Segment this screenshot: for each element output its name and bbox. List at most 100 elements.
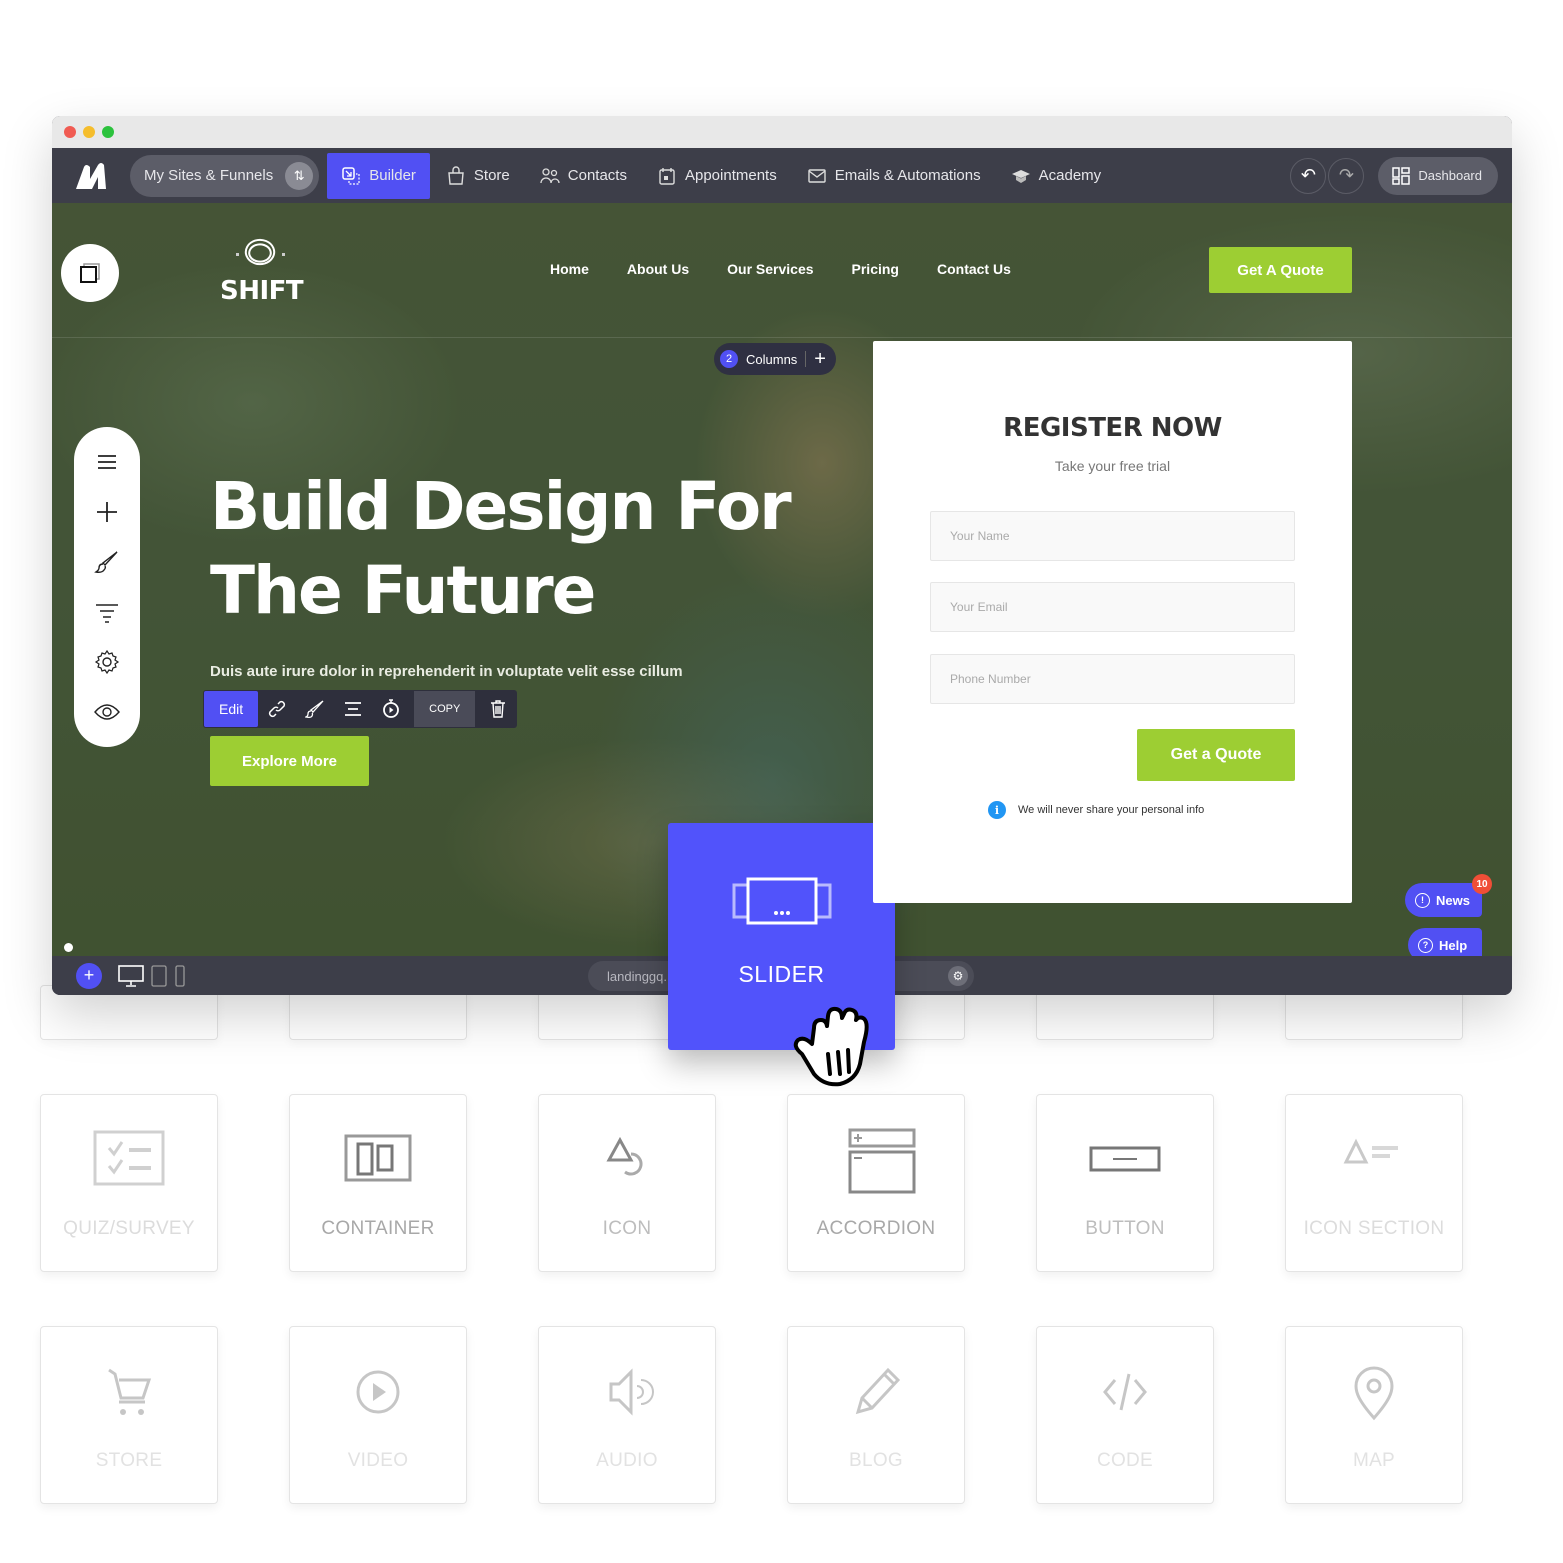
hero-heading[interactable]: Build Design For The Future bbox=[210, 465, 792, 633]
slide-indicator-dot[interactable] bbox=[64, 943, 73, 952]
copy-button[interactable]: COPY bbox=[414, 691, 476, 727]
add-element-button[interactable]: + bbox=[76, 962, 102, 989]
site-nav-about[interactable]: About Us bbox=[627, 261, 689, 277]
nav-label: Academy bbox=[1038, 167, 1102, 184]
code-icon bbox=[1103, 1373, 1147, 1411]
settings-gear-icon[interactable] bbox=[94, 649, 120, 675]
close-window-button[interactable] bbox=[64, 126, 76, 138]
sites-label: My Sites & Funnels bbox=[144, 167, 274, 184]
widget-icon-section[interactable]: ICON SECTION bbox=[1285, 1094, 1463, 1272]
cart-icon bbox=[108, 1368, 152, 1415]
redo-button[interactable]: ↷ bbox=[1328, 157, 1365, 194]
swap-arrows-icon[interactable]: ⇅ bbox=[285, 161, 314, 190]
filter-icon[interactable] bbox=[94, 599, 120, 625]
widget-label: ACCORDION bbox=[816, 1218, 936, 1239]
dashboard-button[interactable]: Dashboard bbox=[1378, 156, 1498, 195]
widget-video[interactable]: VIDEO bbox=[289, 1326, 467, 1504]
help-circle-icon: ? bbox=[1418, 937, 1433, 953]
privacy-note: i We will never share your personal info bbox=[988, 801, 1204, 819]
container-columns-icon bbox=[344, 1134, 412, 1182]
paintbrush-icon bbox=[305, 700, 324, 718]
site-nav-contact[interactable]: Contact Us bbox=[937, 261, 1011, 277]
site-nav-home[interactable]: Home bbox=[550, 261, 589, 277]
align-button[interactable] bbox=[334, 699, 372, 719]
undo-button[interactable]: ↶ bbox=[1290, 157, 1327, 194]
maximize-window-button[interactable] bbox=[102, 126, 114, 138]
news-button[interactable]: ! News bbox=[1405, 883, 1482, 917]
widget-audio[interactable]: AUDIO bbox=[538, 1326, 716, 1504]
desktop-view-button[interactable] bbox=[118, 964, 144, 987]
phone-field[interactable] bbox=[930, 654, 1295, 704]
widget-button[interactable]: BUTTON bbox=[1036, 1094, 1214, 1272]
site-nav-pricing[interactable]: Pricing bbox=[852, 261, 899, 277]
builder-icon bbox=[342, 166, 360, 185]
quiz-checklist-icon bbox=[93, 1130, 165, 1186]
site-nav-services[interactable]: Our Services bbox=[727, 261, 813, 277]
url-settings-gear-icon[interactable]: ⚙ bbox=[948, 966, 968, 986]
email-field[interactable] bbox=[930, 582, 1295, 632]
register-form-card: REGISTER NOW Take your free trial Get a … bbox=[873, 341, 1352, 903]
animation-button[interactable] bbox=[372, 699, 410, 719]
nav-label: Appointments bbox=[684, 167, 777, 184]
widget-label: STORE bbox=[95, 1450, 163, 1471]
nav-builder[interactable]: Builder bbox=[327, 152, 430, 199]
help-label: Help bbox=[1439, 937, 1468, 953]
slider-label: SLIDER bbox=[738, 961, 825, 987]
nav-store[interactable]: Store bbox=[432, 153, 524, 199]
get-a-quote-submit-button[interactable]: Get a Quote bbox=[1137, 729, 1295, 781]
explore-more-button[interactable]: Explore More bbox=[210, 736, 369, 786]
widget-row-middle: QUIZ/SURVEY CONTAINER ICON ACCORDION BUT… bbox=[40, 1094, 1463, 1272]
dashboard-grid-icon bbox=[1392, 166, 1411, 185]
hero-paragraph[interactable]: Duis aute irure dolor in reprehenderit i… bbox=[210, 657, 710, 691]
nav-label: Contacts bbox=[567, 167, 627, 184]
widget-map[interactable]: MAP bbox=[1285, 1326, 1463, 1504]
edit-button[interactable]: Edit bbox=[204, 691, 259, 727]
widget-label: CODE bbox=[1096, 1450, 1154, 1471]
window-titlebar bbox=[52, 116, 1512, 148]
widget-accordion[interactable]: ACCORDION bbox=[787, 1094, 965, 1272]
news-label: News bbox=[1436, 892, 1470, 908]
paintbrush-icon[interactable] bbox=[94, 549, 120, 575]
nav-contacts[interactable]: Contacts bbox=[526, 153, 641, 199]
menu-icon[interactable] bbox=[94, 449, 120, 475]
site-logo[interactable]: SHIFT bbox=[220, 235, 304, 306]
widget-label: BUTTON bbox=[1085, 1218, 1165, 1239]
nav-academy[interactable]: Academy bbox=[997, 153, 1116, 199]
widget-container[interactable]: CONTAINER bbox=[289, 1094, 467, 1272]
columns-control[interactable]: 2 Columns + bbox=[714, 343, 836, 375]
hero-heading-line-2: The Future bbox=[210, 552, 596, 629]
help-button[interactable]: ? Help bbox=[1408, 928, 1482, 956]
alert-circle-icon: ! bbox=[1415, 892, 1430, 908]
site-navigation: Home About Us Our Services Pricing Conta… bbox=[550, 261, 1011, 277]
mobile-view-button[interactable] bbox=[174, 964, 186, 987]
eye-preview-icon[interactable] bbox=[94, 699, 120, 725]
icon-section-icon bbox=[1343, 1138, 1398, 1164]
nav-emails-automations[interactable]: Emails & Automations bbox=[793, 153, 995, 199]
header-divider bbox=[52, 337, 1512, 338]
widget-icon[interactable]: ICON bbox=[538, 1094, 716, 1272]
widget-store[interactable]: STORE bbox=[40, 1326, 218, 1504]
nav-appointments[interactable]: Appointments bbox=[643, 153, 791, 199]
mail-icon bbox=[808, 168, 826, 183]
minimize-window-button[interactable] bbox=[83, 126, 95, 138]
logo-text: SHIFT bbox=[220, 276, 304, 306]
columns-count: 2 bbox=[720, 350, 738, 368]
layers-button[interactable] bbox=[61, 244, 119, 302]
delete-button[interactable] bbox=[479, 699, 517, 719]
widget-quiz-survey[interactable]: QUIZ/SURVEY bbox=[40, 1094, 218, 1272]
tablet-view-button[interactable] bbox=[150, 964, 168, 987]
add-icon[interactable] bbox=[94, 499, 120, 525]
my-sites-funnels-button[interactable]: My Sites & Funnels ⇅ bbox=[130, 154, 320, 197]
link-button[interactable] bbox=[258, 699, 296, 719]
accordion-icon bbox=[848, 1128, 916, 1194]
add-column-icon[interactable]: + bbox=[814, 349, 826, 369]
undo-icon: ↶ bbox=[1300, 165, 1316, 185]
info-icon: i bbox=[988, 801, 1006, 819]
style-button[interactable] bbox=[296, 699, 334, 719]
name-field[interactable] bbox=[930, 511, 1295, 561]
app-logo-icon[interactable] bbox=[74, 161, 108, 191]
widget-code[interactable]: CODE bbox=[1036, 1326, 1214, 1504]
widget-blog[interactable]: BLOG bbox=[787, 1326, 965, 1504]
hero-heading-line-1: Build Design For bbox=[210, 468, 792, 545]
get-a-quote-header-button[interactable]: Get A Quote bbox=[1209, 247, 1352, 293]
